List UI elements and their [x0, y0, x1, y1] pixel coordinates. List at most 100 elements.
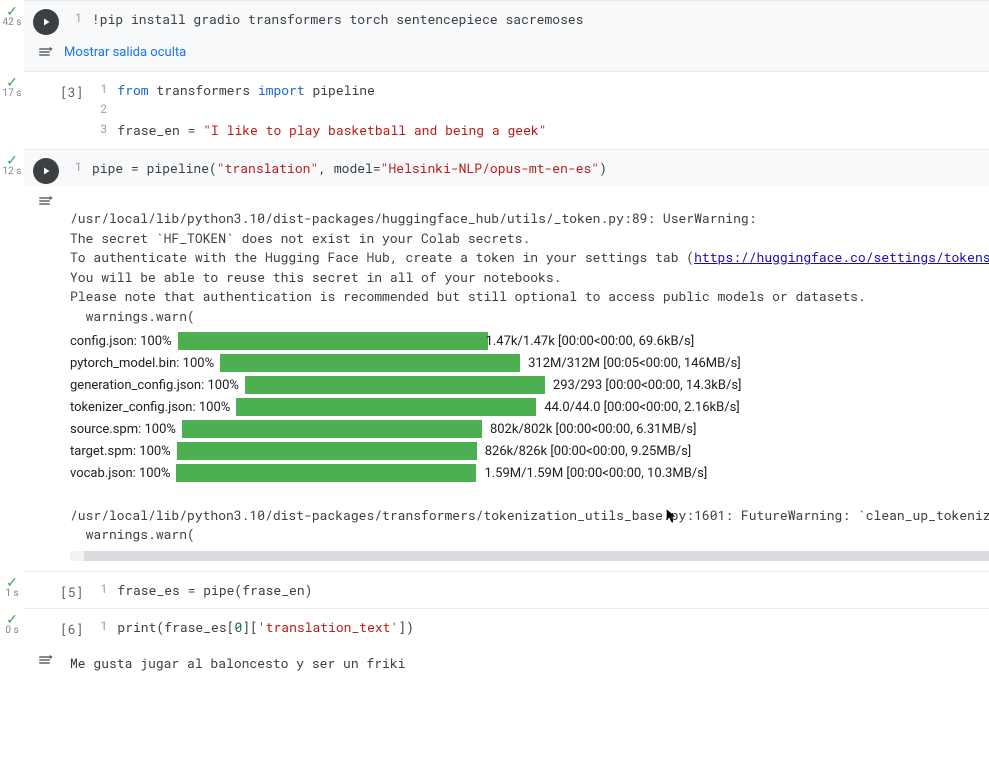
code-editor[interactable]: 1 frase_es = pipe(frase_en) — [61, 578, 985, 606]
play-icon — [40, 165, 52, 177]
code-text: !pip install gradio transformers torch s… — [92, 9, 583, 29]
download-stats: 1.47k/1.47k [00:00<00:00, 69.6kB/s] — [478, 334, 695, 349]
stderr-text-2: /usr/local/lib/python3.10/dist-packages/… — [70, 486, 989, 545]
cell-output: Me gusta jugar al baloncesto y ser un fr… — [24, 645, 989, 683]
code-editor[interactable]: 1 pipe = pipeline("translation", model="… — [60, 156, 985, 184]
cell-status: ✓ 0 s — [0, 613, 24, 636]
download-file-label: source.spm: 100% — [70, 422, 182, 437]
line-number: 1 — [89, 617, 117, 637]
download-stats: 826k/826k [00:00<00:00, 9.25MB/s] — [477, 444, 692, 459]
cell-input-row: [3] 1 from transformers import pipeline … — [24, 72, 989, 148]
line-number: 3 — [89, 120, 117, 140]
progress-bar-fill — [176, 464, 476, 482]
download-file-label: tokenizer_config.json: 100% — [70, 400, 236, 415]
progress-bar-fill — [220, 354, 520, 372]
collapse-output-icon — [37, 651, 55, 669]
download-progress-row: generation_config.json: 100% 293/293 [00:… — [70, 376, 989, 394]
progress-bar-track — [182, 420, 482, 438]
exec-time: 0 s — [5, 625, 18, 636]
play-icon — [40, 16, 52, 28]
kw-from: from — [117, 81, 148, 99]
download-stats: 44.0/44.0 [00:00<00:00, 2.16kB/s] — [536, 400, 739, 415]
progress-bar-fill — [236, 398, 536, 416]
code-text: ]) — [398, 618, 414, 636]
progress-bar-fill — [177, 442, 477, 460]
download-progress-row: source.spm: 100%802k/802k [00:00<00:00, … — [70, 420, 989, 438]
stdout-text: Me gusta jugar al baloncesto y ser un fr… — [70, 649, 981, 683]
download-progress-row: tokenizer_config.json: 100% 44.0/44.0 [00… — [70, 398, 989, 416]
run-button[interactable] — [33, 158, 59, 184]
download-progress-row: target.spm: 100% 826k/826k [00:00<00:00, … — [70, 442, 989, 460]
string-literal: "translation" — [217, 159, 318, 177]
download-progress-list: config.json: 100% 1.47k/1.47k [00:00<00:0… — [70, 332, 989, 482]
progress-bar-fill — [178, 332, 488, 350]
code-text: frase_en = — [117, 121, 203, 139]
line-number: 1 — [64, 158, 92, 178]
code-editor[interactable]: 1 !pip install gradio transformers torch… — [60, 7, 985, 35]
code-cell-4: ✓ 1 s [5] 1 frase_es = pipe(frase_en) — [24, 571, 989, 608]
cell-status: ✓ 1 s — [0, 576, 24, 599]
progress-bar-fill — [182, 420, 482, 438]
mouse-cursor-icon — [664, 508, 680, 524]
kw-import: import — [258, 81, 305, 99]
run-button-wrap — [32, 78, 60, 80]
progress-bar-track — [178, 332, 478, 350]
download-stats: 293/293 [00:00<00:00, 14.3kB/s] — [545, 378, 742, 393]
line-number: 1 — [89, 580, 117, 600]
toggle-output-button[interactable] — [32, 190, 60, 561]
cell-input-row: 1 pipe = pipeline("translation", model="… — [24, 150, 989, 186]
cell-status: ✓ 17 s — [0, 76, 24, 99]
code-text: pipeline — [305, 81, 375, 99]
output-toggle-row: Mostrar salida oculta — [24, 37, 989, 71]
line-number: 1 — [89, 80, 117, 100]
exec-time: 42 s — [3, 17, 22, 28]
code-editor[interactable]: 1 print(frase_es[0]['translation_text']) — [61, 615, 985, 643]
run-button-wrap — [32, 7, 60, 35]
progress-bar-track — [245, 376, 545, 394]
download-file-label: vocab.json: 100% — [70, 466, 176, 481]
cell-input-row: [5] 1 frase_es = pipe(frase_en) — [24, 572, 989, 608]
toggle-output-button[interactable] — [32, 43, 60, 61]
run-button-wrap — [32, 156, 60, 184]
progress-bar-track — [236, 398, 536, 416]
exec-time: 17 s — [3, 88, 22, 99]
cell-input-row: [6] 1 print(frase_es[0]['translation_tex… — [24, 609, 989, 645]
code-text: ][ — [242, 618, 258, 636]
download-file-label: target.spm: 100% — [70, 444, 177, 459]
code-text: ) — [599, 159, 607, 177]
cell-input-row: 1 !pip install gradio transformers torch… — [24, 1, 989, 37]
download-progress-row: config.json: 100% 1.47k/1.47k [00:00<00:0… — [70, 332, 989, 350]
progress-bar-track — [177, 442, 477, 460]
code-text: print(frase_es[ — [117, 618, 234, 636]
toggle-output-button[interactable] — [32, 649, 60, 683]
code-text: , model= — [318, 159, 380, 177]
exec-time: 1 s — [5, 588, 18, 599]
show-hidden-output-link[interactable]: Mostrar salida oculta — [64, 45, 186, 60]
horizontal-scrollbar[interactable] — [70, 551, 989, 561]
download-file-label: generation_config.json: 100% — [70, 378, 245, 393]
code-text: frase_es = pipe(frase_en) — [117, 580, 312, 600]
code-text: pipe = pipeline( — [92, 159, 217, 177]
exec-time: 12 s — [3, 166, 22, 177]
download-stats: 312M/312M [00:05<00:00, 146MB/s] — [520, 356, 741, 371]
code-cell-1: ✓ 42 s 1 !pip install gradio transformer… — [24, 0, 989, 71]
run-button[interactable] — [33, 9, 59, 35]
cell-status: ✓ 42 s — [0, 5, 24, 28]
run-button-wrap — [32, 615, 60, 617]
code-editor[interactable]: 1 from transformers import pipeline 2 3 … — [61, 78, 985, 146]
string-literal: "I like to play basketball and being a g… — [203, 121, 546, 139]
code-text: transformers — [149, 81, 258, 99]
progress-bar-track — [176, 464, 476, 482]
run-button-wrap — [32, 578, 60, 580]
code-cell-3: ✓ 12 s 1 pipe = pipeline("translation", … — [24, 149, 989, 571]
hf-tokens-link[interactable]: https://huggingface.co/settings/tokens — [694, 248, 989, 266]
line-number: 2 — [89, 100, 117, 120]
download-file-label: config.json: 100% — [70, 334, 178, 349]
string-literal: 'translation_text' — [258, 618, 398, 636]
code-cell-5: ✓ 0 s [6] 1 print(frase_es[0]['translati… — [24, 608, 989, 683]
code-cell-2: ✓ 17 s [3] 1 from transformers import pi… — [24, 71, 989, 148]
collapse-output-icon — [37, 43, 55, 61]
line-number: 1 — [64, 9, 92, 29]
download-stats: 1.59M/1.59M [00:00<00:00, 10.3MB/s] — [476, 466, 707, 481]
progress-bar-track — [220, 354, 520, 372]
